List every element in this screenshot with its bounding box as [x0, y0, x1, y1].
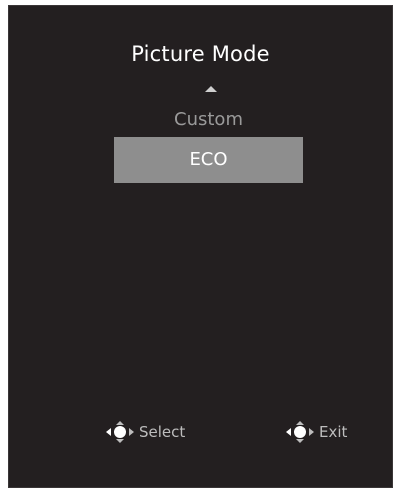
- osd-menu-panel: Picture Mode Custom ECO Select Exit: [8, 5, 393, 488]
- joystick-icon: [106, 421, 134, 443]
- option-custom[interactable]: Custom: [114, 107, 303, 133]
- option-eco[interactable]: ECO: [114, 137, 303, 183]
- exit-hint: Exit: [285, 420, 347, 444]
- select-label: Select: [139, 423, 186, 441]
- up-arrow-icon: [205, 86, 217, 92]
- exit-label: Exit: [319, 423, 348, 441]
- select-hint: Select: [105, 420, 185, 444]
- joystick-icon: [286, 421, 314, 443]
- menu-title: Picture Mode: [131, 42, 270, 66]
